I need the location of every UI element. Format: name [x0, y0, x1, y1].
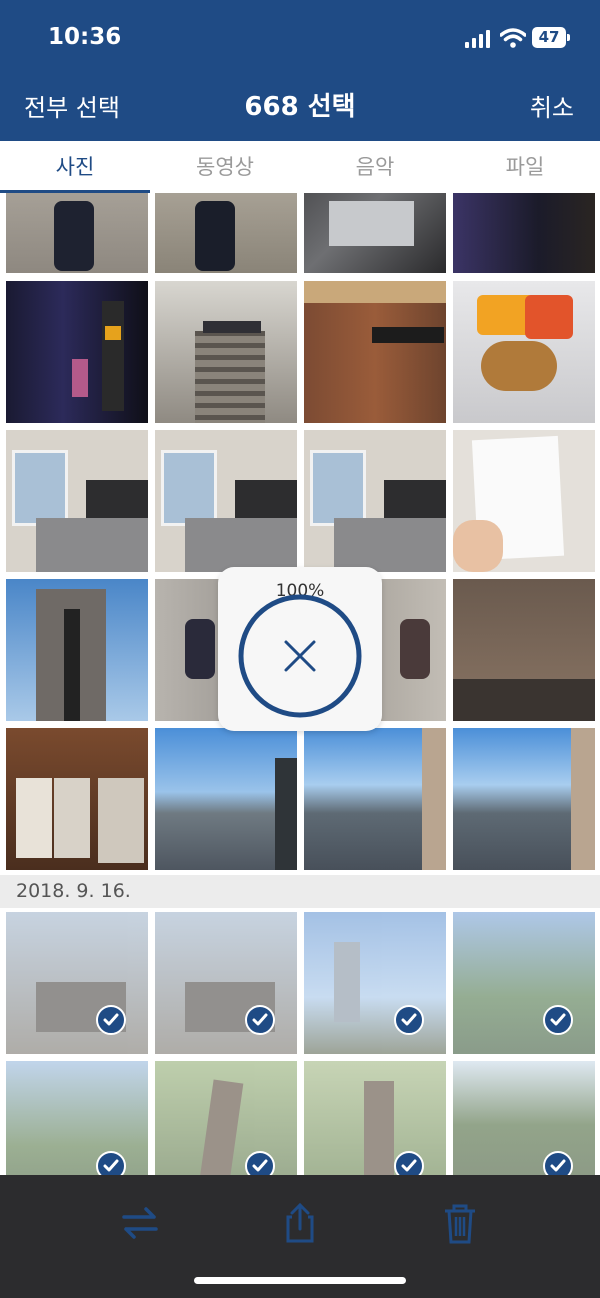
battery-indicator: 47 [532, 27, 570, 48]
photo-thumbnail[interactable] [6, 193, 148, 273]
photo-thumbnail[interactable] [6, 281, 148, 423]
signal-icon [465, 30, 490, 48]
home-indicator [194, 1277, 406, 1284]
photo-thumbnail[interactable] [453, 728, 595, 870]
photo-thumbnail[interactable] [453, 281, 595, 423]
share-icon[interactable] [280, 1201, 320, 1245]
date-section-header: 2018. 9. 16. [0, 875, 600, 908]
status-time: 10:36 [48, 24, 122, 50]
photo-thumbnail[interactable] [6, 579, 148, 721]
photo-thumbnail[interactable] [453, 579, 595, 721]
photo-thumbnail[interactable] [155, 728, 297, 870]
trash-icon[interactable] [440, 1201, 480, 1245]
photo-thumbnail[interactable] [155, 281, 297, 423]
progress-dialog: 100% [218, 567, 382, 731]
photo-thumbnail[interactable] [304, 193, 446, 273]
photo-thumbnail[interactable] [304, 1061, 446, 1175]
tab-videos[interactable]: 동영상 [150, 141, 300, 193]
date-label: 2018. 9. 16. [16, 880, 131, 902]
selected-check-icon [96, 1151, 126, 1175]
photo-thumbnail[interactable] [155, 430, 297, 572]
cancel-button[interactable]: 취소 [530, 88, 574, 123]
photo-thumbnail[interactable] [453, 1061, 595, 1175]
wifi-icon [500, 28, 526, 48]
photo-thumbnail[interactable] [6, 1061, 148, 1175]
photo-thumbnail[interactable] [155, 1061, 297, 1175]
selected-check-icon [245, 1005, 275, 1035]
selected-check-icon [394, 1151, 424, 1175]
header: 10:36 47 전부 선택 668 선택 취소 [0, 0, 600, 141]
photo-thumbnail[interactable] [304, 281, 446, 423]
transfer-icon[interactable] [120, 1201, 160, 1245]
photo-thumbnail[interactable] [155, 912, 297, 1054]
status-bar: 10:36 47 [0, 0, 600, 70]
photo-thumbnail[interactable] [453, 430, 595, 572]
photo-thumbnail[interactable] [453, 912, 595, 1054]
photo-thumbnail[interactable] [304, 912, 446, 1054]
close-icon[interactable] [280, 636, 320, 676]
photo-thumbnail[interactable] [304, 728, 446, 870]
selected-check-icon [543, 1005, 573, 1035]
selected-check-icon [96, 1005, 126, 1035]
navbar: 전부 선택 668 선택 취소 [0, 80, 600, 130]
tab-photos[interactable]: 사진 [0, 141, 150, 193]
photo-thumbnail[interactable] [6, 430, 148, 572]
photo-thumbnail[interactable] [6, 912, 148, 1054]
photo-thumbnail[interactable] [6, 728, 148, 870]
selected-check-icon [394, 1005, 424, 1035]
page-title: 668 선택 [244, 92, 356, 122]
photo-thumbnail[interactable] [304, 430, 446, 572]
photo-thumbnail[interactable] [453, 193, 595, 273]
tab-files[interactable]: 파일 [450, 141, 600, 193]
selected-check-icon [543, 1151, 573, 1175]
selected-check-icon [245, 1151, 275, 1175]
photo-thumbnail[interactable] [155, 193, 297, 273]
tab-music[interactable]: 음악 [300, 141, 450, 193]
tab-bar: 사진 동영상 음악 파일 [0, 141, 600, 193]
